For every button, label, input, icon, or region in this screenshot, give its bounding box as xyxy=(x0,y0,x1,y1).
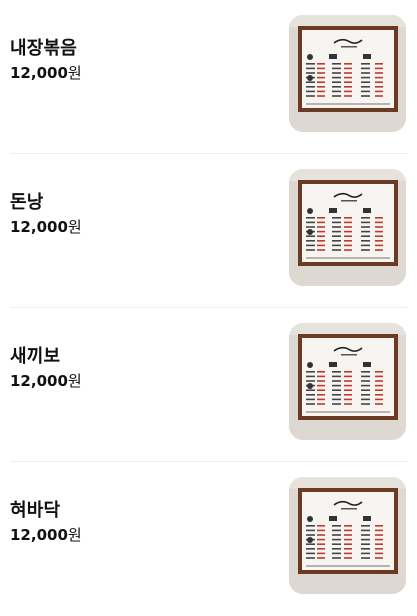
price-currency: 원 xyxy=(67,218,82,236)
menu-item-price: 12,000원 xyxy=(10,370,82,391)
price-value: 12,000 xyxy=(10,372,68,390)
menu-board-image xyxy=(289,477,406,594)
menu-item-price: 12,000원 xyxy=(10,524,82,545)
menu-board-image xyxy=(289,15,406,132)
price-currency: 원 xyxy=(67,64,82,82)
menu-list: 내장볶음 12,000원 돈낭 12,000원 새끼보 12,000원 혀바닥 … xyxy=(0,0,417,594)
menu-item-price: 12,000원 xyxy=(10,216,82,237)
menu-board-photo[interactable] xyxy=(289,477,406,594)
price-currency: 원 xyxy=(67,526,82,544)
menu-board-photo[interactable] xyxy=(289,15,406,132)
menu-item-name: 혀바닥 xyxy=(10,500,61,521)
menu-board-image xyxy=(289,169,406,286)
menu-item[interactable]: 혀바닥 12,000원 xyxy=(0,462,417,616)
menu-item-name: 새끼보 xyxy=(10,346,61,367)
menu-item[interactable]: 새끼보 12,000원 xyxy=(0,308,417,462)
price-currency: 원 xyxy=(67,372,82,390)
menu-board-photo[interactable] xyxy=(289,323,406,440)
price-value: 12,000 xyxy=(10,64,68,82)
price-value: 12,000 xyxy=(10,218,68,236)
menu-board-image xyxy=(289,323,406,440)
menu-item-name: 내장볶음 xyxy=(10,38,78,59)
menu-board-photo[interactable] xyxy=(289,169,406,286)
menu-item-price: 12,000원 xyxy=(10,62,82,83)
menu-item-name: 돈낭 xyxy=(10,192,44,213)
menu-item[interactable]: 내장볶음 12,000원 xyxy=(0,0,417,154)
price-value: 12,000 xyxy=(10,526,68,544)
menu-item[interactable]: 돈낭 12,000원 xyxy=(0,154,417,308)
